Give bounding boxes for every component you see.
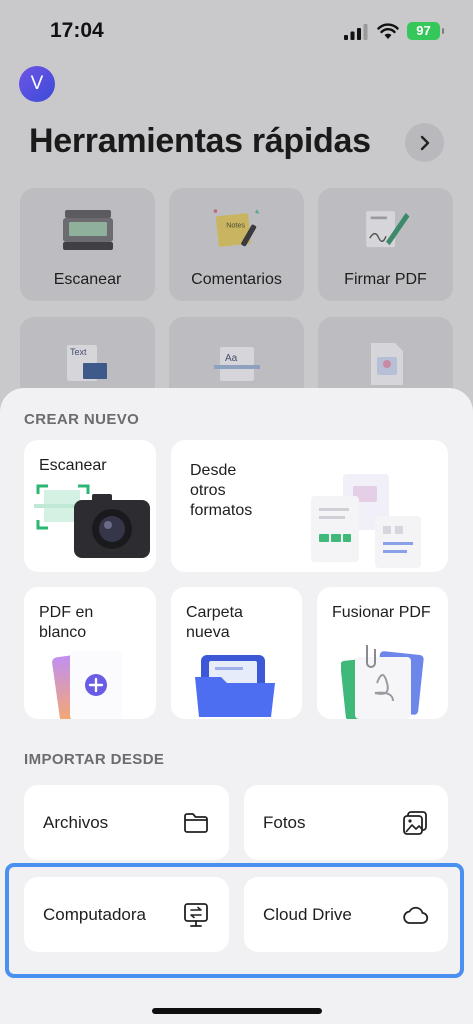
camera-icon <box>34 484 150 558</box>
import-label: Archivos <box>43 813 109 832</box>
battery-level: 97 <box>416 23 431 38</box>
image-file-icon <box>371 343 403 385</box>
create-from-formats-card[interactable]: Desde otros formatos <box>171 440 448 572</box>
card-label: Desde otros formatos <box>190 462 253 519</box>
create-blank-pdf-card[interactable]: PDF en blanco <box>24 587 156 719</box>
tool-comments[interactable]: Notes Comentarios <box>169 188 304 301</box>
photos-icon <box>403 811 427 835</box>
import-label: Fotos <box>263 813 306 832</box>
scanner-icon <box>63 210 113 250</box>
card-label: Escanear <box>39 457 107 474</box>
create-merge-pdf-card[interactable]: Fusionar PDF <box>317 587 448 719</box>
tool-label: Escanear <box>53 271 122 288</box>
home-indicator <box>152 1008 322 1014</box>
import-photos-button[interactable]: Fotos <box>244 785 448 860</box>
tool-scan[interactable]: Escanear <box>20 188 155 301</box>
highlight-frame <box>5 863 464 978</box>
cellular-signal-icon <box>344 24 368 40</box>
more-tools-button[interactable] <box>405 123 444 162</box>
card-label: Fusionar PDF <box>332 604 431 621</box>
create-scan-card[interactable]: Escanear <box>24 440 156 572</box>
page-title: Herramientas rápidas <box>29 122 371 160</box>
folder-icon <box>195 655 275 717</box>
aa-word: Aa <box>225 353 238 364</box>
ocr-icon: Aa <box>214 347 260 381</box>
text-edit-icon: Text <box>67 345 107 381</box>
tool-label: Comentarios <box>191 271 282 288</box>
import-files-button[interactable]: Archivos <box>24 785 229 860</box>
card-label: PDF en blanco <box>39 604 94 641</box>
create-new-folder-card[interactable]: Carpeta nueva <box>171 587 302 719</box>
documents-icon <box>311 474 421 568</box>
wifi-icon <box>377 23 399 39</box>
merge-pdf-icon <box>341 645 424 719</box>
tool-sign-pdf[interactable]: Firmar PDF <box>318 188 453 301</box>
folder-outline-icon <box>184 813 208 833</box>
signature-pen-icon <box>366 211 410 248</box>
avatar[interactable]: V <box>19 66 55 102</box>
chevron-right-icon <box>420 135 429 150</box>
notes-word: Notes <box>226 220 245 229</box>
tool-label: Firmar PDF <box>344 271 427 288</box>
battery-icon: 97 <box>407 22 444 40</box>
import-from-title: IMPORTAR DESDE <box>24 751 165 768</box>
status-bar: 17:04 97 <box>0 0 473 60</box>
create-new-title: CREAR NUEVO <box>24 411 140 428</box>
card-label: Carpeta nueva <box>186 604 243 641</box>
blank-page-add-icon <box>52 651 122 719</box>
avatar-letter: V <box>30 73 44 94</box>
sticky-note-icon: Notes <box>213 209 260 247</box>
text-word: Text <box>70 347 87 357</box>
status-time: 17:04 <box>50 19 104 42</box>
